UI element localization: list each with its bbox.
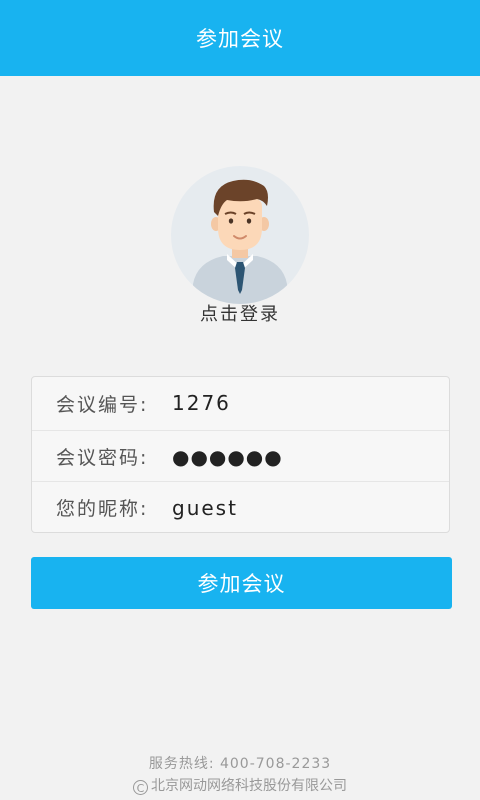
nickname-row: 您的昵称: guest bbox=[32, 481, 449, 533]
page-title: 参加会议 bbox=[196, 27, 284, 51]
join-meeting-button[interactable]: 参加会议 bbox=[31, 557, 452, 609]
service-hotline: 服务热线: 400-708-2233 bbox=[148, 756, 332, 772]
copyright-notice: C 北京网动网络科技股份有限公司 bbox=[0, 775, 480, 795]
meeting-form: 会议编号: 1276 会议密码: ●●●●●● 您的昵称: guest bbox=[31, 376, 450, 533]
login-link[interactable]: 点击登录 bbox=[0, 300, 480, 326]
meeting-id-row: 会议编号: 1276 bbox=[32, 377, 449, 429]
meeting-id-input[interactable]: 1276 bbox=[172, 391, 435, 415]
meeting-id-label: 会议编号: bbox=[56, 393, 149, 416]
title-bar: 参加会议 bbox=[0, 0, 480, 76]
user-avatar[interactable] bbox=[171, 166, 309, 304]
meeting-password-input[interactable]: ●●●●●● bbox=[172, 445, 435, 469]
copyright-icon: C bbox=[133, 780, 148, 795]
nickname-label: 您的昵称: bbox=[56, 498, 149, 520]
meeting-password-row: 会议密码: ●●●●●● bbox=[32, 430, 449, 482]
company-name: 北京网动网络科技股份有限公司 bbox=[151, 778, 347, 794]
meeting-password-label: 会议密码: bbox=[56, 447, 149, 469]
user-avatar-icon bbox=[193, 179, 287, 304]
nickname-input[interactable]: guest bbox=[172, 496, 435, 520]
